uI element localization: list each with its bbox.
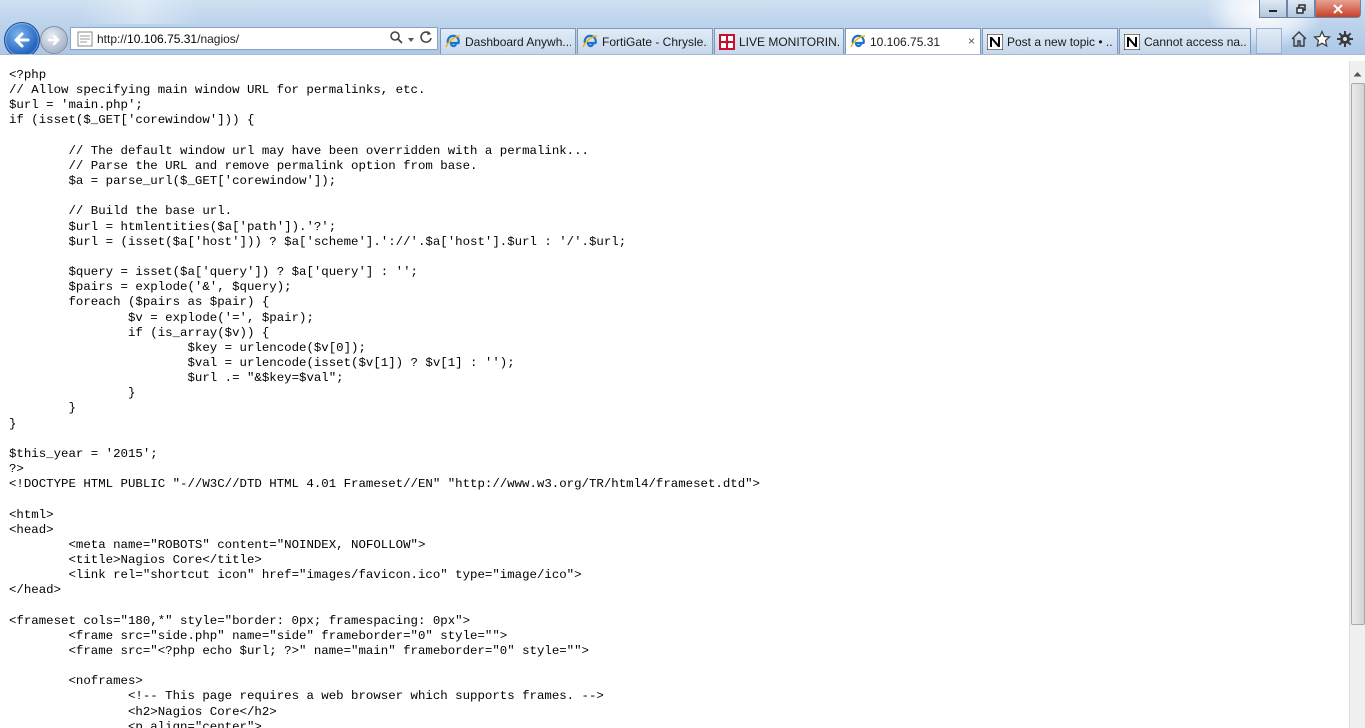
tools-gear-icon[interactable] — [1336, 30, 1354, 48]
tab-label: Dashboard Anywh... — [465, 34, 571, 49]
ie-icon — [582, 34, 598, 50]
dropdown-chevron-icon[interactable] — [407, 31, 415, 49]
url-host: 10.106.75.31 — [127, 32, 198, 46]
url-path: /nagios/ — [197, 32, 240, 46]
tab-label: LIVE MONITORIN... — [739, 34, 839, 49]
refresh-icon[interactable] — [419, 30, 433, 49]
vertical-scrollbar[interactable] — [1349, 61, 1365, 728]
page-content: <?php // Allow specifying main window UR… — [0, 61, 1349, 728]
address-bar[interactable]: http://10.106.75.31/nagios/ — [70, 27, 438, 50]
minimize-button[interactable] — [1259, 0, 1287, 18]
tab-3[interactable]: LIVE MONITORIN... — [714, 28, 844, 54]
restore-button[interactable] — [1287, 0, 1315, 18]
url-prefix: http:// — [97, 32, 128, 46]
new-tab-button[interactable] — [1256, 28, 1282, 54]
toolbar-divider — [0, 54, 1365, 61]
favorites-star-icon[interactable] — [1313, 30, 1331, 48]
window-controls — [1259, 0, 1361, 18]
tab-label: Cannot access na... — [1144, 34, 1246, 49]
tab-1[interactable]: Dashboard Anywh... — [440, 28, 576, 54]
fortinet-icon — [719, 33, 735, 50]
tab-label: 10.106.75.31 — [870, 34, 941, 49]
php-source-text: <?php // Allow specifying main window UR… — [9, 68, 760, 728]
back-arrow-icon — [14, 32, 30, 48]
ie-icon — [850, 34, 866, 50]
page-favicon-icon — [77, 31, 93, 52]
search-icon[interactable] — [389, 30, 403, 49]
tab-strip: Dashboard Anywh... FortiGate - Chrysle...… — [440, 28, 1252, 54]
home-icon[interactable] — [1290, 30, 1308, 48]
close-tab-icon[interactable]: × — [968, 34, 975, 48]
tab-6[interactable]: Cannot access na... — [1119, 28, 1251, 54]
forward-arrow-icon — [47, 34, 60, 46]
tab-2[interactable]: FortiGate - Chrysle... — [577, 28, 713, 54]
tab-label: FortiGate - Chrysle... — [602, 34, 708, 49]
scroll-thumb[interactable] — [1351, 83, 1365, 625]
tab-4[interactable]: 10.106.75.31 × — [845, 28, 981, 54]
nagios-n-icon — [987, 33, 1003, 50]
back-button[interactable] — [4, 22, 40, 58]
tab-5[interactable]: Post a new topic • ... — [982, 28, 1118, 54]
tab-label: Post a new topic • ... — [1007, 34, 1113, 49]
address-url[interactable]: http://10.106.75.31/nagios/ — [97, 32, 239, 46]
ie-icon — [445, 34, 461, 50]
nagios-n-icon — [1124, 33, 1140, 50]
browser-chrome: http://10.106.75.31/nagios/ Dashboard An… — [0, 0, 1365, 61]
titlebar-background — [80, 0, 280, 24]
scroll-up-arrow-icon[interactable] — [1350, 67, 1365, 81]
close-window-button[interactable] — [1315, 0, 1361, 18]
forward-button[interactable] — [40, 26, 68, 54]
